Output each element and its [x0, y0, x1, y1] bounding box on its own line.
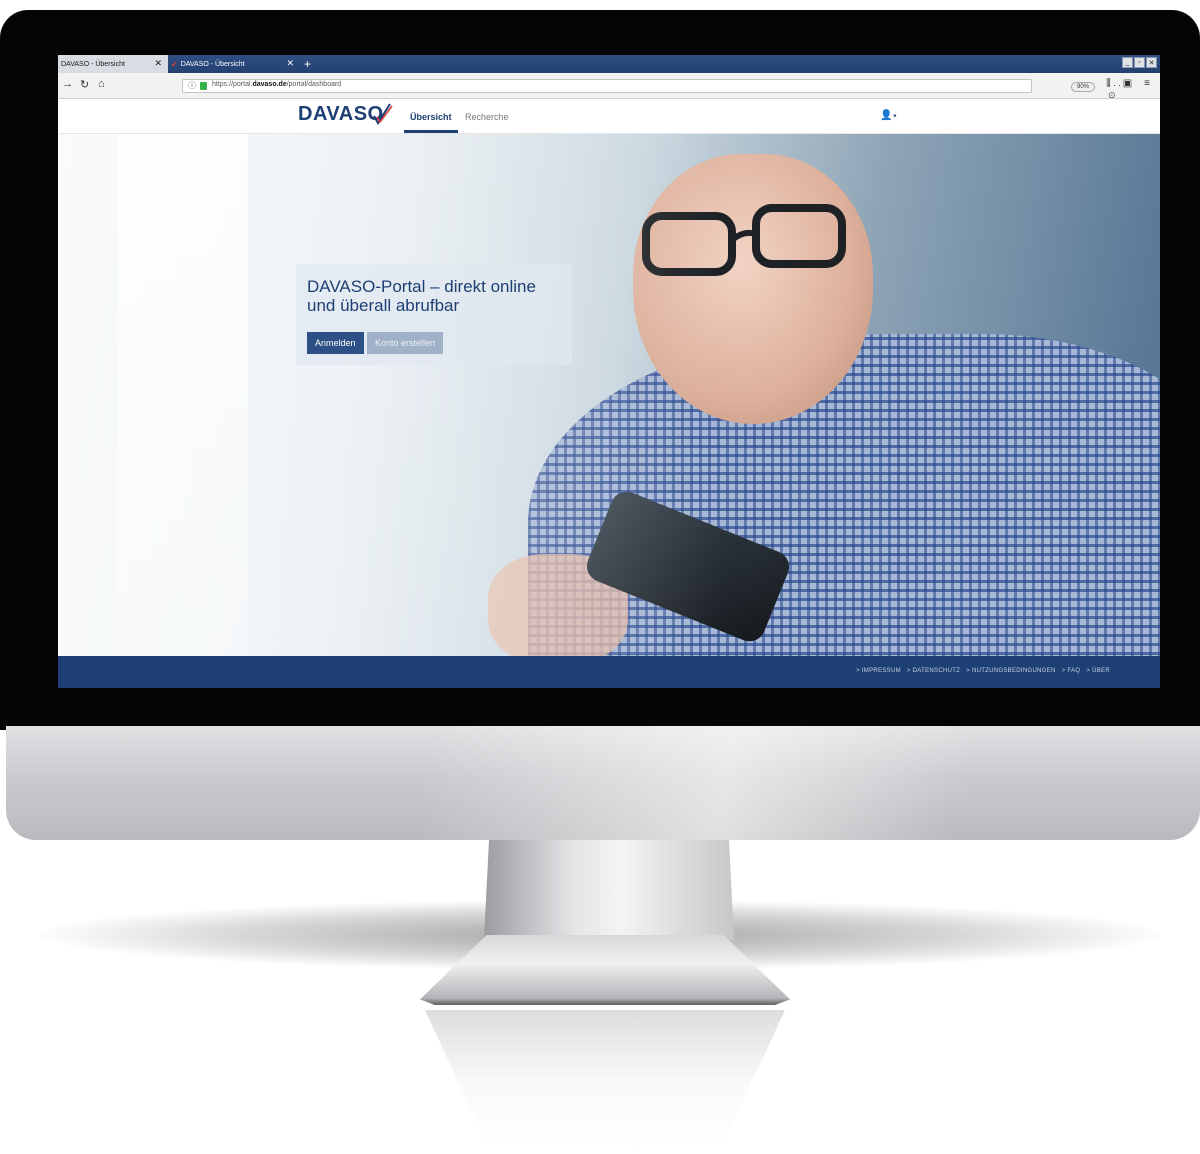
info-icon[interactable]: ⓘ — [188, 80, 196, 91]
browser-tab-2[interactable]: ✔ DAVASO - Übersicht ✕ — [168, 55, 300, 73]
url-text[interactable]: https://portal.davaso.de/portal/dashboar… — [212, 81, 341, 88]
home-icon[interactable]: ⌂ — [98, 78, 105, 90]
browser-right-tools: ⫼ ▣ ≡ — [1106, 78, 1150, 89]
close-icon[interactable]: ✕ — [154, 58, 162, 69]
login-button[interactable]: Anmelden — [307, 332, 364, 354]
minimize-icon[interactable]: _ — [1122, 57, 1133, 68]
site-header: DAVASO Übersicht Recherche 👤⯆ — [58, 99, 1160, 134]
new-tab-button[interactable]: + — [304, 56, 311, 72]
maximize-icon[interactable]: ▫ — [1134, 57, 1145, 68]
footer-link-faq[interactable]: > FAQ — [1062, 668, 1081, 674]
forward-icon[interactable]: → — [62, 78, 73, 90]
footer-links: > IMPRESSUM > DATENSCHUTZ > NUTZUNGSBEDI… — [856, 668, 1110, 674]
window-controls: _ ▫ ✕ — [1122, 57, 1157, 68]
nav-tab-recherche[interactable]: Recherche — [465, 112, 509, 122]
monitor-screen: DAVASO - Übersicht ✕ ✔ DAVASO - Übersich… — [58, 55, 1160, 688]
chevron-down-icon: ⯆ — [892, 114, 898, 120]
monitor-stand-reflection — [425, 1010, 785, 1150]
hero-banner: DAVASO-Portal – direkt online und überal… — [58, 134, 1160, 656]
davaso-logo[interactable]: DAVASO — [298, 103, 384, 126]
tab-title: DAVASO - Übersicht — [180, 60, 245, 68]
user-icon: 👤 — [880, 110, 893, 121]
browser-toolbar: → ↻ ⌂ ⓘ https://portal.davaso.de/portal/… — [58, 73, 1160, 111]
footer-link-nutzungsbedingungen[interactable]: > NUTZUNGSBEDINGUNGEN — [966, 668, 1055, 674]
zoom-level-badge[interactable]: 90% — [1071, 82, 1096, 92]
tab-title: DAVASO - Übersicht — [61, 60, 125, 68]
hamburger-menu-icon[interactable]: ≡ — [1144, 78, 1150, 89]
browser-tab-1[interactable]: DAVASO - Übersicht ✕ — [58, 55, 168, 73]
close-window-icon[interactable]: ✕ — [1146, 57, 1157, 68]
hero-fade-overlay — [58, 134, 1160, 656]
library-icon[interactable]: ⫼ — [1106, 78, 1111, 89]
nav-tab-uebersicht[interactable]: Übersicht — [404, 112, 457, 133]
davaso-favicon-icon: ✔ — [171, 59, 178, 69]
create-account-button[interactable]: Konto erstellen — [367, 332, 444, 354]
sidebar-icon[interactable]: ▣ — [1123, 78, 1132, 89]
footer-link-datenschutz[interactable]: > DATENSCHUTZ — [907, 668, 960, 674]
logo-checkmark-icon — [373, 103, 393, 125]
footer-link-ueber[interactable]: > ÜBER — [1086, 668, 1110, 674]
site-footer: > IMPRESSUM > DATENSCHUTZ > NUTZUNGSBEDI… — [58, 656, 1160, 688]
lock-icon — [200, 82, 207, 90]
hero-title: DAVASO-Portal – direkt online und überal… — [307, 277, 536, 315]
hero-promo-card: DAVASO-Portal – direkt online und überal… — [296, 264, 572, 365]
close-icon[interactable]: ✕ — [286, 58, 294, 69]
monitor-chin-shine — [6, 726, 1200, 840]
monitor-stand-neck — [484, 840, 734, 940]
browser-tab-bar: DAVASO - Übersicht ✕ ✔ DAVASO - Übersich… — [58, 55, 1160, 73]
reload-icon[interactable]: ↻ — [80, 78, 89, 91]
address-bar[interactable]: ⓘ https://portal.davaso.de/portal/dashbo… — [182, 79, 1121, 111]
user-menu[interactable]: 👤⯆ — [880, 110, 897, 121]
footer-link-impressum[interactable]: > IMPRESSUM — [856, 668, 901, 674]
